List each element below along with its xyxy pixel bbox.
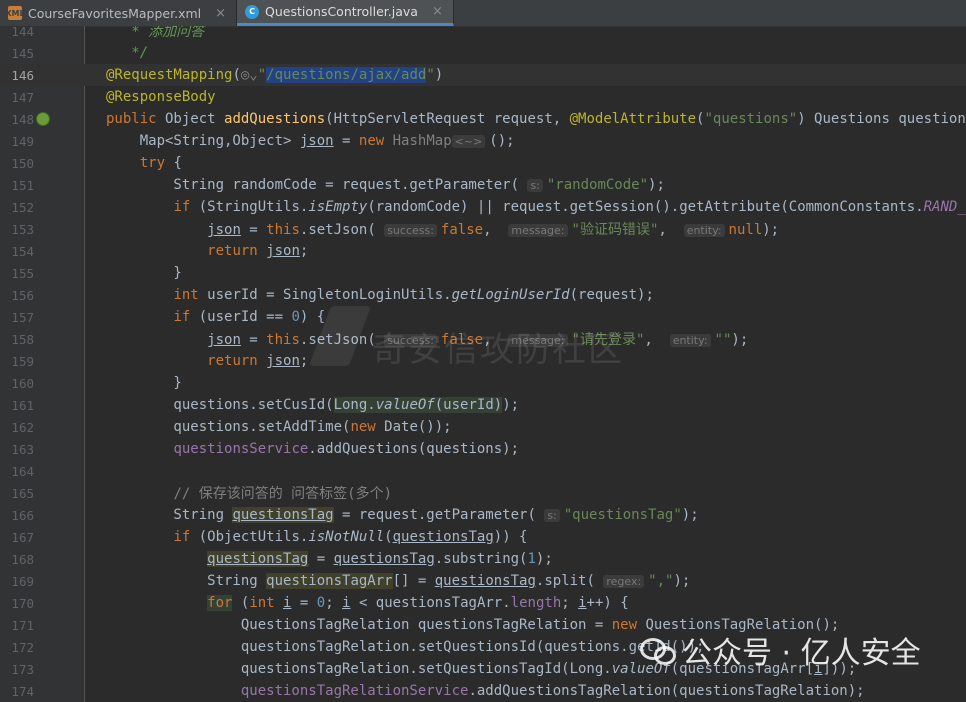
code-text: String questionsTag = request.getParamet…: [106, 507, 699, 523]
code-text: public Object addQuestions(HttpServletRe…: [106, 111, 966, 127]
line-number: 150: [11, 155, 34, 171]
code-line[interactable]: 149 Map<String,Object> json = new HashMa…: [0, 130, 966, 152]
code-line[interactable]: 150 try {: [0, 152, 966, 174]
code-line[interactable]: 145 */: [0, 42, 966, 64]
run-gutter-icon[interactable]: [36, 112, 50, 126]
code-text: @ResponseBody: [106, 89, 216, 105]
line-number: 146: [11, 67, 34, 83]
code-line[interactable]: 144 * 添加问答: [0, 26, 966, 42]
code-line[interactable]: 166 String questionsTag = request.getPar…: [0, 504, 966, 526]
line-number: 166: [11, 507, 34, 523]
line-number: 174: [11, 683, 34, 699]
code-line[interactable]: 155 }: [0, 262, 966, 284]
code-text: String questionsTagArr[] = questionsTag.…: [106, 573, 691, 589]
code-text: String randomCode = request.getParameter…: [106, 177, 665, 193]
line-number: 159: [11, 353, 34, 369]
code-text: questions.setAddTime(new Date());: [106, 419, 452, 435]
code-line[interactable]: 153 json = this.setJson( success: false, …: [0, 218, 966, 240]
code-text: questionsTagRelation.setQuestionsId(ques…: [106, 639, 705, 655]
line-number: 158: [11, 331, 34, 347]
line-number: 163: [11, 441, 34, 457]
code-line[interactable]: 148 public Object addQuestions(HttpServle…: [0, 108, 966, 130]
code-line[interactable]: 167 if (ObjectUtils.isNotNull(questionsT…: [0, 526, 966, 548]
line-number: 162: [11, 419, 34, 435]
code-text: for (int i = 0; i < questionsTagArr.leng…: [207, 595, 629, 611]
line-number: 173: [11, 661, 34, 677]
code-text: * 添加问答: [106, 26, 205, 40]
code-line[interactable]: 151 String randomCode = request.getParam…: [0, 174, 966, 196]
code-text: return json;: [207, 243, 309, 259]
line-number: 165: [11, 485, 34, 501]
java-class-icon: C: [245, 4, 260, 19]
code-line[interactable]: 174 questionsTagRelationService.addQuest…: [0, 680, 966, 702]
xml-file-icon: XML: [5, 6, 25, 20]
code-line[interactable]: 154 return json;: [0, 240, 966, 262]
code-text: questionsTag = questionsTag.substring(1)…: [207, 551, 553, 567]
close-icon[interactable]: ×: [432, 4, 443, 19]
line-number: 144: [11, 26, 34, 39]
code-text: // 保存该问答的 问答标签(多个): [173, 486, 393, 502]
code-line[interactable]: 164: [0, 460, 966, 482]
tab-course-favorites-mapper[interactable]: XML CourseFavoritesMapper.xml ×: [0, 0, 238, 26]
code-text: if (userId == 0) {: [173, 309, 326, 325]
code-line[interactable]: 163 questionsService.addQuestions(questi…: [0, 438, 966, 460]
code-line[interactable]: 170 for (int i = 0; i < questionsTagArr.…: [0, 592, 966, 614]
code-line[interactable]: 146 @RequestMapping(◎⌄"/questions/ajax/ad…: [0, 64, 966, 86]
code-line[interactable]: 160 }: [0, 372, 966, 394]
code-text: @RequestMapping(◎⌄"/questions/ajax/add"): [106, 67, 444, 83]
line-number: 172: [11, 639, 34, 655]
editor-tab-bar: XML CourseFavoritesMapper.xml × C Questi…: [0, 0, 966, 27]
tab-questions-controller[interactable]: C QuestionsController.java ×: [237, 0, 454, 26]
line-number: 154: [11, 243, 34, 259]
line-number: 152: [11, 199, 34, 215]
code-line[interactable]: 168 questionsTag = questionsTag.substrin…: [0, 548, 966, 570]
line-number: 171: [11, 617, 34, 633]
line-number: 161: [11, 397, 34, 413]
line-number: 148: [11, 111, 34, 127]
wechat-icon: [640, 636, 676, 665]
code-text: json = this.setJson( success: false, mess…: [207, 222, 780, 238]
tab-label: QuestionsController.java: [265, 4, 418, 19]
line-number: 156: [11, 287, 34, 303]
line-number: 157: [11, 309, 34, 325]
code-text: return json;: [207, 353, 309, 369]
line-number: 155: [11, 265, 34, 281]
code-text: questions.setCusId(Long.valueOf(userId))…: [106, 397, 520, 413]
code-line[interactable]: 161 questions.setCusId(Long.valueOf(user…: [0, 394, 966, 416]
wechat-account-label: 公众号 · 亿人安全: [682, 636, 921, 671]
line-number: 145: [11, 45, 34, 61]
line-number: 151: [11, 177, 34, 193]
line-number: 153: [11, 221, 34, 237]
line-number: 169: [11, 573, 34, 589]
code-line[interactable]: 147 @ResponseBody: [0, 86, 966, 108]
line-number: 170: [11, 595, 34, 611]
line-number: 160: [11, 375, 34, 391]
code-text: }: [106, 265, 182, 281]
code-line[interactable]: 152 if (StringUtils.isEmpty(randomCode) …: [0, 196, 966, 218]
code-text: }: [106, 375, 182, 391]
code-text: questionsService.addQuestions(questions)…: [173, 441, 520, 457]
code-text: */: [106, 45, 149, 61]
code-line[interactable]: 156 int userId = SingletonLoginUtils.get…: [0, 284, 966, 306]
code-text: int userId = SingletonLoginUtils.getLogi…: [173, 287, 654, 303]
wechat-account-overlay: 公众号 · 亿人安全: [640, 628, 921, 672]
tab-label: CourseFavoritesMapper.xml: [28, 5, 202, 21]
watermark: 奇安信攻防社区: [372, 330, 624, 370]
code-line[interactable]: 169 String questionsTagArr[] = questions…: [0, 570, 966, 592]
line-number: 167: [11, 529, 34, 545]
code-line[interactable]: 165 // 保存该问答的 问答标签(多个): [0, 482, 966, 504]
line-number: 149: [11, 133, 34, 149]
code-text: if (ObjectUtils.isNotNull(questionsTag))…: [173, 529, 528, 545]
line-number: 164: [11, 463, 34, 479]
line-number: 168: [11, 551, 34, 567]
code-line[interactable]: 162 questions.setAddTime(new Date());: [0, 416, 966, 438]
code-text: if (StringUtils.isEmpty(randomCode) || r…: [173, 199, 966, 215]
line-number: 147: [11, 89, 34, 105]
close-icon[interactable]: ×: [215, 6, 226, 21]
code-text: try {: [139, 155, 182, 171]
code-text: questionsTagRelationService.addQuestions…: [240, 683, 865, 699]
code-text: Map<String,Object> json = new HashMap <~>…: [106, 133, 515, 149]
